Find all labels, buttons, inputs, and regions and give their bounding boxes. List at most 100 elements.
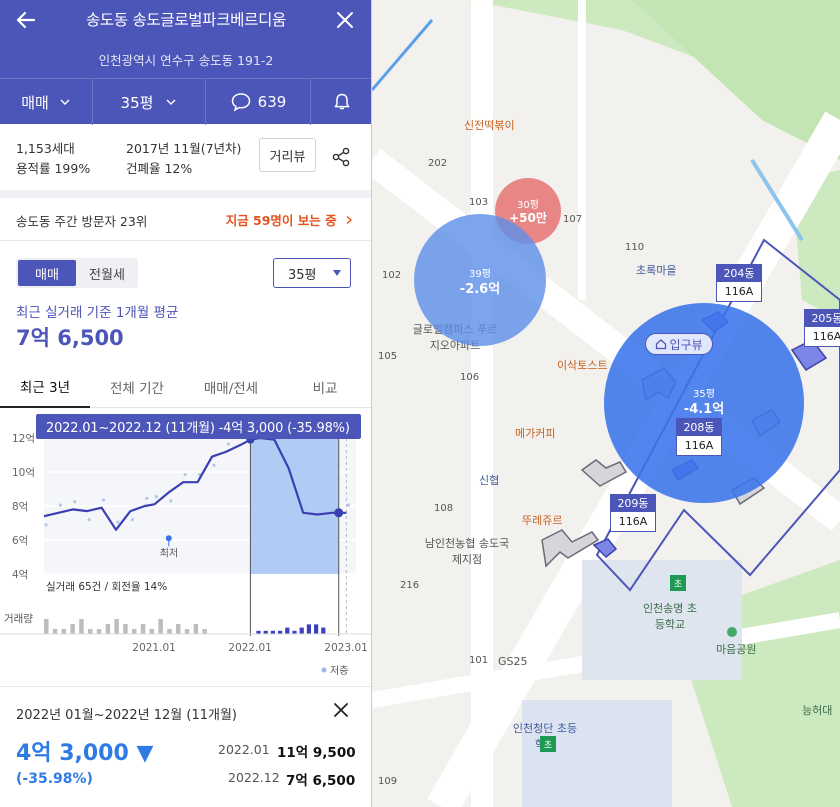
complex-header: 송도동 송도글로벌파크베르디움 인천광역시 연수구 송도동 191-2 매매 3… <box>0 0 371 125</box>
trade-point <box>226 442 230 446</box>
y-tick-label: 8억 <box>12 501 28 513</box>
trade-point <box>58 503 63 507</box>
y-tick-label: 10억 <box>12 467 35 479</box>
legend-dot <box>321 667 327 673</box>
summary-period: 2022년 01월~2022년 12월 (11개월) <box>16 708 237 723</box>
pyeong-select-value: 35평 <box>288 267 317 283</box>
volume-bar <box>44 619 49 634</box>
tab-all-period[interactable]: 전체 기간 <box>92 366 182 408</box>
volume-bar <box>105 624 111 634</box>
lot-number: 107 <box>563 214 583 225</box>
average-caption: 최근 실거래 기준 1개월 평균 <box>16 305 179 321</box>
live-viewers-text: 지금 59명이 보는 중 <box>225 213 337 228</box>
volume-bar <box>285 627 290 634</box>
dong-tag-204[interactable]: 204동 116A <box>716 264 762 302</box>
trade-type-toggle: 매매 전월세 <box>16 258 138 288</box>
tab-sale[interactable]: 매매 <box>18 260 76 286</box>
y-tick-label: 6억 <box>12 535 28 547</box>
dong-type: 116A <box>684 439 714 452</box>
dong-name: 209동 <box>611 495 655 512</box>
volume-bar <box>176 624 181 634</box>
summary-end-price: 7억 6,500 <box>286 773 356 789</box>
period-tabs: 최근 3년 전체 기간 매매/전세 비교 <box>0 366 371 408</box>
volume-bar <box>61 629 67 634</box>
low-marker <box>165 535 172 542</box>
dong-tag-208[interactable]: 208동 116A <box>676 418 722 456</box>
dong-name: 205동 <box>805 310 840 327</box>
map-label-mart: 초록마을 <box>636 264 677 277</box>
map-label-restaurant: 신전떡볶이 <box>464 119 515 132</box>
tab-recent-3y[interactable]: 최근 3년 <box>0 366 90 408</box>
trade-count-label: 실거래 65건 / 회전율 14% <box>46 581 167 593</box>
y-tick-label: 12억 <box>12 433 35 445</box>
complex-panel: 송도동 송도글로벌파크베르디움 인천광역시 연수구 송도동 191-2 매매 3… <box>0 0 372 807</box>
price-bubble-39[interactable]: 39평 -2.6억 <box>414 214 546 346</box>
map-label-park: 마음공원 <box>716 643 757 656</box>
map-label-gs: GS25 <box>498 655 528 668</box>
map-label-school: 인천송명 초등학교 <box>642 602 698 631</box>
volume-bar <box>299 627 304 634</box>
dong-type: 116A <box>812 330 840 343</box>
distance-view-button[interactable]: 거리뷰 <box>259 138 316 172</box>
alarm-button[interactable] <box>311 79 371 125</box>
trade-point <box>130 518 134 522</box>
trade-point <box>183 472 187 477</box>
trade-point <box>87 518 91 522</box>
dong-name: 204동 <box>717 265 761 282</box>
volume-bar <box>79 619 84 634</box>
selected-range <box>250 438 339 574</box>
visitor-rank: 송도동 주간 방문자 23위 <box>16 214 148 229</box>
summary-start-date: 2022.01 <box>218 742 270 757</box>
lot-number: 202 <box>428 158 448 169</box>
map-label-dore: 뚜레쥬르 <box>522 514 563 527</box>
live-viewers: 지금 59명이 보는 중 <box>226 210 354 229</box>
lot-number: 109 <box>378 776 398 787</box>
comment-count: 639 <box>257 93 287 111</box>
range-end-marker <box>334 508 344 518</box>
price-chart-svg: 12억 10억 8억 6억 4억 최저실거래 65건 / 회전율 14% 거래량 2021.0… <box>0 428 371 677</box>
deal-type-dropdown[interactable]: 매매 <box>0 79 92 125</box>
volume-bar <box>314 624 319 634</box>
section-divider <box>0 190 371 198</box>
trade-point <box>212 463 216 467</box>
close-icon[interactable] <box>330 699 352 721</box>
y-tick-label: 4억 <box>12 569 28 581</box>
close-icon[interactable] <box>331 6 359 34</box>
header-toolbar: 매매 35평 639 <box>0 78 371 125</box>
tab-compare[interactable]: 비교 <box>280 366 370 408</box>
visitor-bar[interactable]: 송도동 주간 방문자 23위 지금 59명이 보는 중 <box>0 198 371 240</box>
average-price: 7억 6,500 <box>16 326 124 350</box>
entrance-view-button[interactable]: 입구뷰 <box>645 333 713 355</box>
dong-tag-205[interactable]: 205동 116A <box>804 309 840 347</box>
section-divider <box>0 240 371 241</box>
speech-bubble-icon <box>231 93 250 112</box>
lot-number: 110 <box>625 242 645 253</box>
trade-point <box>73 500 77 504</box>
tab-sale-jeonse[interactable]: 매매/전세 <box>184 366 278 408</box>
volume-bar <box>193 624 199 634</box>
comments-button[interactable]: 639 <box>206 79 310 125</box>
trade-point <box>303 503 307 507</box>
lot-number: 108 <box>434 503 454 514</box>
complex-address: 인천광역시 연수구 송도동 191-2 <box>98 53 274 68</box>
dong-name: 208동 <box>677 419 721 436</box>
dong-type: 116A <box>724 285 754 298</box>
map-label-bank: 남인천농협 송도국제지점 <box>424 537 510 566</box>
dong-tag-209[interactable]: 209동 116A <box>610 494 656 532</box>
range-summary: 2022년 01월~2022년 12월 (11개월) 4억 3,000 ▼ (-… <box>0 686 371 807</box>
volume-bar <box>52 629 58 634</box>
map-label-greenright: 능허대 <box>802 704 833 717</box>
range-tooltip: 2022.01~2022.12 (11개월) -4억 3,000 (-35.98… <box>36 414 361 439</box>
map-view[interactable]: 신전떡볶이 초록마을 글로벌캠퍼스 푸르지오아파트 이삭토스트 메가커피 신협 … <box>372 0 840 807</box>
pyeong-select[interactable]: 35평 <box>273 258 351 288</box>
price-chart[interactable]: 12억 10억 8억 6억 4억 최저 실거래 65건 / 회전율 14% 거래량 2021.0… <box>0 408 371 680</box>
lot-number: 106 <box>460 372 480 383</box>
tab-rent[interactable]: 전월세 <box>78 260 136 286</box>
summary-percent: (-35.98%) <box>16 771 93 787</box>
low-label: 최저 <box>160 547 178 559</box>
back-arrow-icon[interactable] <box>12 6 40 34</box>
home-icon <box>656 339 667 350</box>
bubble-change: -2.6억 <box>459 282 501 297</box>
area-dropdown[interactable]: 35평 <box>93 79 205 125</box>
share-icon[interactable] <box>330 146 352 168</box>
